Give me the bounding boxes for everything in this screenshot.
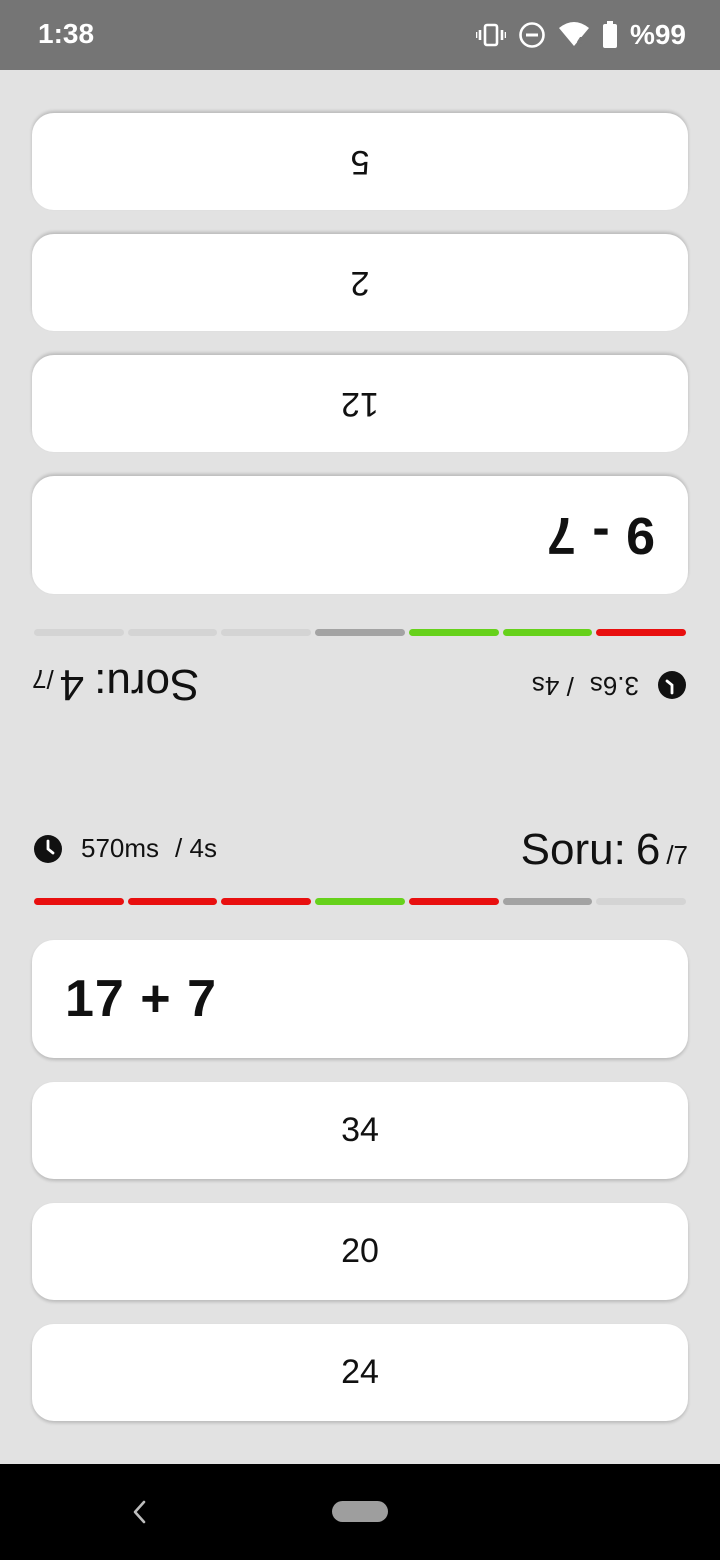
question-counter: Soru: 4 /7 [32,659,199,709]
status-time: 1:38 [38,18,95,49]
battery-percentage: %99 [629,19,686,50]
answer-button[interactable]: 2 [32,234,688,331]
progress-segment-wrong [127,898,218,905]
player-top-timer: 3.6s / 4s [532,670,687,701]
question-label: Soru: [520,825,626,874]
battery-icon [602,21,618,49]
question-number: 6 [635,825,661,874]
progress-segment-pending [33,629,124,636]
timer-limit: / 4s [175,833,217,863]
progress-segment-correct [408,629,499,636]
back-icon [133,1500,146,1524]
progress-segment-wrong [221,898,312,905]
timer-elapsed: 570ms [81,833,160,863]
question-total: /7 [32,664,54,694]
progress-segment-pending [221,629,312,636]
svg-text:4: 4 [577,36,583,47]
answer-button[interactable]: 20 [32,1203,688,1300]
answer-button[interactable]: 12 [32,355,688,452]
player-bottom-panel: 570ms / 4s Soru: 6 /7 17 + 7 34 20 24 [0,767,720,1464]
player-top-info: 3.6s / 4s Soru: 4 /7 [0,659,720,709]
progress-segment-pending [127,629,218,636]
timer-elapsed: 3.6s [589,671,639,701]
player-top-panel: 3.6s / 4s Soru: 4 /7 9 - 7 12 2 5 [0,70,720,767]
progress-segment-wrong [34,898,124,905]
progress-segment-correct [315,898,405,905]
question-label: Soru: [94,660,200,709]
progress-segment-correct [502,629,593,636]
question-counter: Soru: 6 /7 [521,825,688,875]
vibrate-icon [475,23,506,47]
progress-segment-wrong [596,629,686,636]
answer-button[interactable]: 5 [32,113,688,210]
question-total: /7 [666,840,688,870]
timer-limit: / 4s [531,671,574,701]
back-button[interactable] [124,1494,154,1530]
dnd-icon [518,21,546,49]
question-number: 4 [59,660,85,709]
status-icons: 4 %99 [475,18,686,52]
clock-icon [34,834,62,863]
progress-segment-current [315,629,405,636]
player-bottom-timer: 570ms / 4s [33,833,217,864]
progress-segment-wrong [408,898,499,905]
player-bottom-info: 570ms / 4s Soru: 6 /7 [0,825,720,875]
player-top-progress [33,628,686,636]
player-bottom-problem-card: 17 + 7 [32,940,688,1058]
player-bottom-progress [34,898,687,906]
progress-segment-current [502,898,593,905]
player-top-problem-card: 9 - 7 [32,476,688,594]
wifi-icon: 4 [558,22,590,48]
problem-text: 17 + 7 [65,970,218,1028]
answer-button[interactable]: 24 [32,1324,688,1421]
status-bar: 1:38 4 %99 [0,0,720,70]
progress-segment-pending [596,898,687,905]
screen: 1:38 4 %99 3.6s / 4s Soru: 4 /7 9 - 7 12… [0,0,720,1560]
answer-button[interactable]: 34 [32,1082,688,1179]
clock-icon [658,671,686,700]
problem-text: 9 - 7 [545,506,655,564]
home-button[interactable] [332,1501,388,1522]
